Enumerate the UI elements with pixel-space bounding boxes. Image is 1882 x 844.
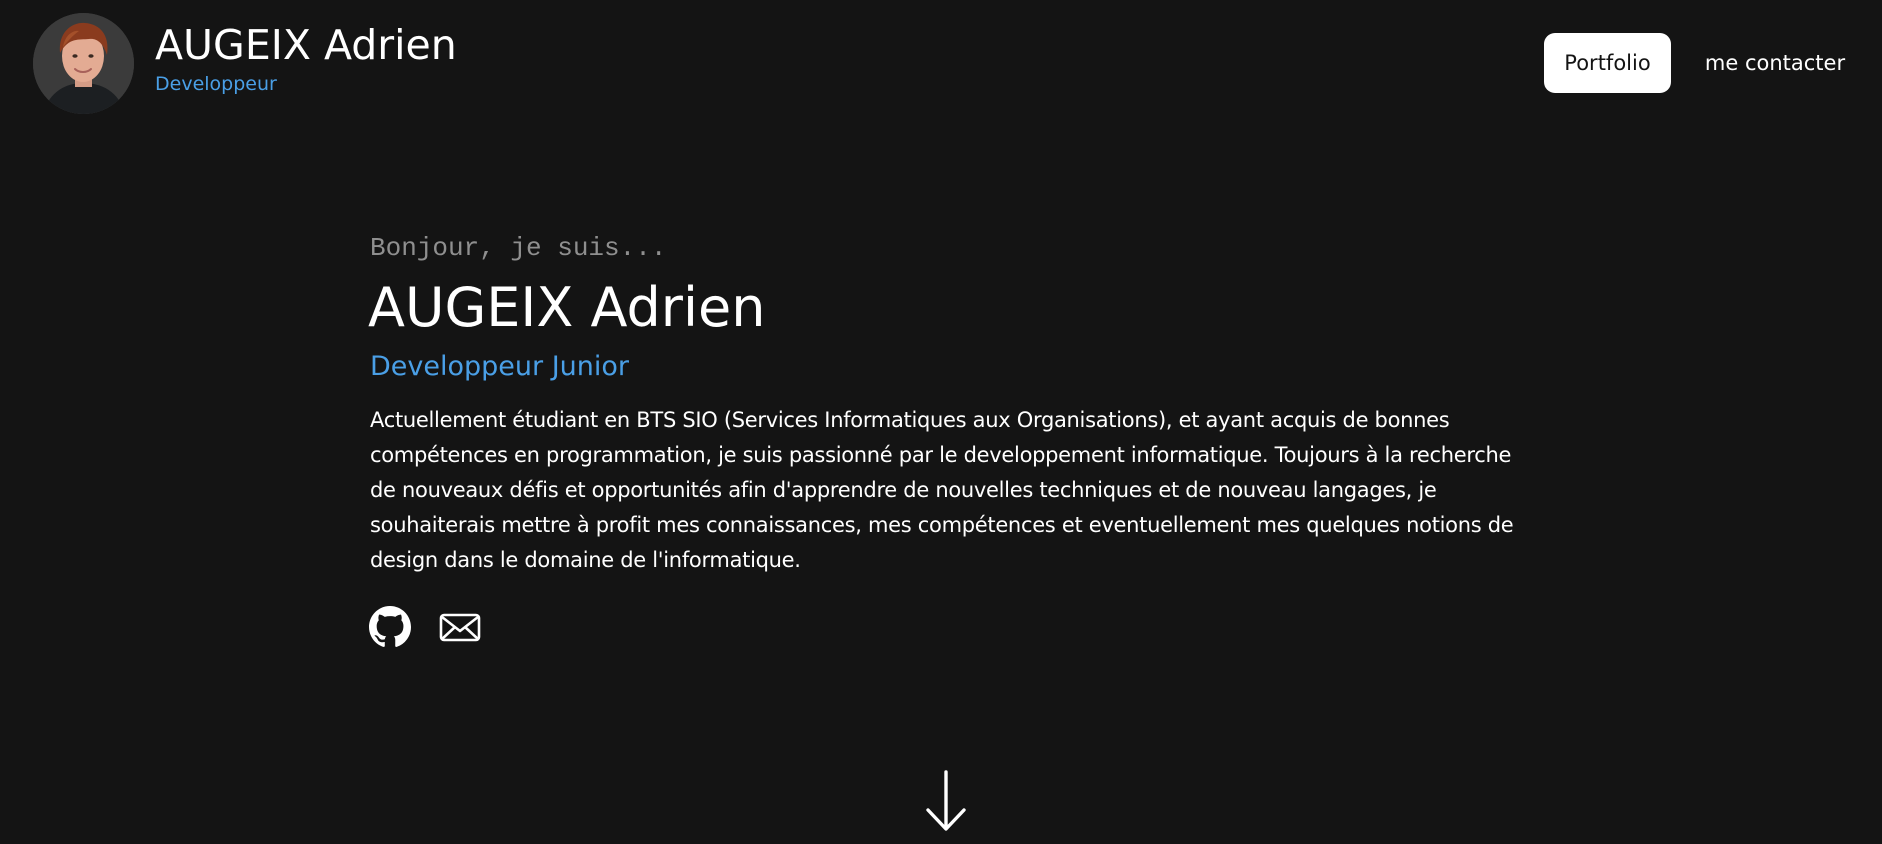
scroll-down-button[interactable] [925,768,967,834]
hero-greeting: Bonjour, je suis... [370,233,667,263]
nav-contact-link[interactable]: me contacter [1690,33,1860,93]
site-subtitle: Developpeur [155,73,277,95]
avatar-portrait [33,13,134,114]
email-link[interactable] [439,606,481,648]
github-link[interactable] [369,606,411,648]
avatar [33,13,134,114]
social-links [369,606,481,648]
site-title: AUGEIX Adrien [155,21,457,69]
nav-portfolio-link[interactable]: Portfolio [1544,33,1671,93]
arrow-down-icon [926,770,966,831]
site-header: AUGEIX Adrien Developpeur Portfolio me c… [0,0,1882,130]
hero-title: Developpeur Junior [370,351,630,382]
github-icon [369,606,411,647]
hero-bio: Actuellement étudiant en BTS SIO (Servic… [370,408,1514,572]
mail-icon [439,613,481,642]
hero-name: AUGEIX Adrien [368,276,766,339]
